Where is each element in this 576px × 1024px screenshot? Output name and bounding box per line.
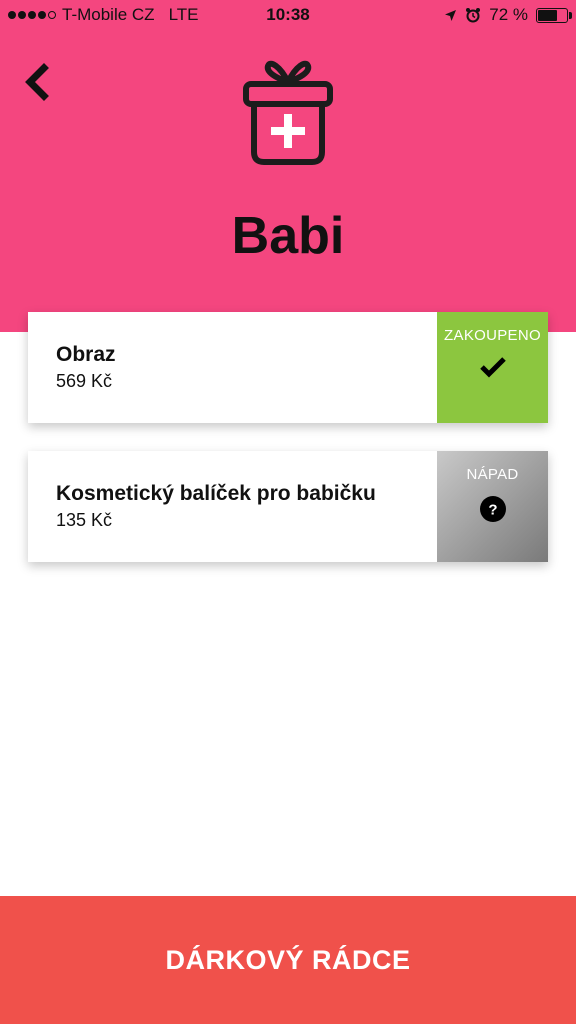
gift-price: 135 Kč <box>56 510 113 530</box>
gift-card[interactable]: Obraz 569 Kč ZAKOUPENO <box>28 312 548 423</box>
checkmark-icon <box>479 357 506 378</box>
status-label: ZAKOUPENO <box>444 327 541 344</box>
status-right: 72 % <box>444 5 572 25</box>
gift-advisor-button[interactable]: DÁRKOVÝ RÁDCE <box>0 896 576 1024</box>
gift-name: Obraz <box>56 343 116 366</box>
location-arrow-icon <box>445 9 457 21</box>
battery-percent: 72 % <box>489 5 528 24</box>
screen: T-Mobile CZ LTE 10:38 72 % Babi Obraz 56… <box>0 0 576 1024</box>
gift-info: Kosmetický balíček pro babičku 135 Kč <box>28 451 437 562</box>
battery-icon <box>536 7 572 23</box>
gift-status-idea[interactable]: NÁPAD ? <box>437 451 548 562</box>
status-bar: T-Mobile CZ LTE 10:38 72 % <box>0 0 576 30</box>
gift-price: 569 Kč <box>56 371 113 391</box>
alarm-clock-icon <box>466 8 481 23</box>
question-icon: ? <box>479 496 506 522</box>
svg-text:?: ? <box>488 502 497 519</box>
battery-level <box>538 9 557 21</box>
gift-status-bought[interactable]: ZAKOUPENO <box>437 312 548 423</box>
status-label: NÁPAD <box>466 466 519 483</box>
gift-info: Obraz 569 Kč <box>28 312 437 423</box>
chevron-left-icon <box>25 63 49 101</box>
page-title: Babi <box>231 207 345 265</box>
gift-name: Kosmetický balíček pro babičku <box>56 482 376 505</box>
back-button[interactable] <box>20 58 60 106</box>
gift-card[interactable]: Kosmetický balíček pro babičku 135 Kč NÁ… <box>28 451 548 562</box>
gift-icon <box>243 60 333 165</box>
